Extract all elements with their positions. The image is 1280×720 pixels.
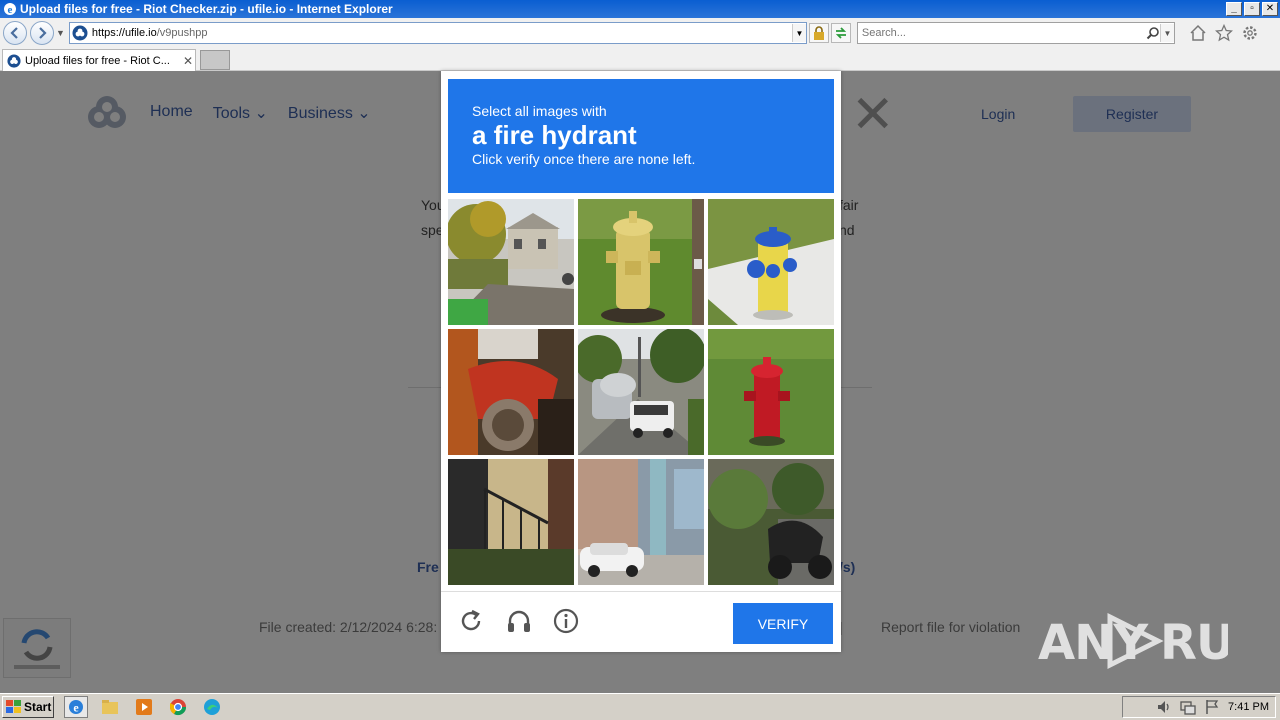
back-button[interactable] (3, 21, 27, 45)
edge-icon (204, 699, 220, 715)
window-title: Upload files for free - Riot Checker.zip… (20, 2, 393, 16)
url-host: https://ufile.io (91, 27, 157, 39)
close-window-button[interactable]: ✕ (1262, 2, 1278, 16)
internet-explorer-icon: e (69, 700, 83, 715)
ufile-site-icon (72, 25, 88, 41)
forward-button[interactable] (30, 21, 54, 45)
new-tab-button[interactable] (200, 50, 230, 70)
back-arrow-icon (10, 27, 18, 39)
audio-challenge-icon[interactable] (505, 607, 533, 635)
window-titlebar: e Upload files for free - Riot Checker.z… (0, 0, 1280, 18)
search-icon[interactable] (1146, 26, 1160, 40)
taskbar-edge[interactable] (200, 696, 224, 718)
challenge-image-grid (448, 199, 834, 585)
tab-ufile[interactable]: Upload files for free - Riot C... ✕ (2, 49, 196, 71)
tile-truck-street[interactable] (578, 329, 704, 455)
favorites-star-icon[interactable] (1214, 24, 1233, 42)
security-lock-button[interactable] (808, 23, 829, 43)
search-field[interactable]: ▼ (856, 22, 1175, 44)
chrome-icon (169, 699, 187, 716)
taskbar-ie[interactable]: e (64, 696, 88, 718)
minimize-button[interactable]: _ (1226, 2, 1242, 16)
tab-label: Upload files for free - Riot C... (25, 54, 170, 67)
tile-yellow-hydrant[interactable] (578, 199, 704, 325)
start-button[interactable]: Start (2, 696, 54, 718)
tile-street-houses[interactable] (448, 199, 574, 325)
search-dropdown-icon[interactable]: ▼ (1159, 24, 1174, 42)
ufile-tab-icon (7, 53, 21, 68)
settings-gear-icon[interactable] (1241, 24, 1259, 42)
internet-explorer-icon: e (4, 3, 16, 16)
prompt-target: a fire hydrant (472, 120, 637, 150)
folder-icon (102, 700, 118, 714)
address-toolbar: ▼ https://ufile.io/v9pushpp ▼ ▼ (0, 18, 1280, 48)
history-dropdown-icon[interactable]: ▼ (56, 28, 65, 38)
refresh-challenge-icon[interactable] (457, 607, 485, 635)
url-dropdown-icon[interactable]: ▼ (791, 24, 806, 42)
svg-text:e: e (73, 701, 79, 715)
tile-red-hydrant[interactable] (708, 329, 834, 455)
action-center-flag-icon[interactable] (1204, 699, 1220, 715)
system-tray: 7:41 PM (1122, 696, 1276, 718)
svg-text:ANY: ANY (1038, 615, 1149, 671)
hcaptcha-challenge: Select all images with a fire hydrant Cl… (441, 71, 841, 652)
tile-yellow-blue-hydrant[interactable] (708, 199, 834, 325)
close-tab-icon[interactable]: ✕ (181, 54, 195, 68)
url-bar[interactable]: https://ufile.io/v9pushpp ▼ (68, 22, 807, 44)
info-icon[interactable] (552, 607, 580, 635)
challenge-footer: VERIFY (441, 591, 841, 652)
search-input[interactable] (861, 27, 1146, 39)
maximize-button[interactable]: ▫ (1244, 2, 1260, 16)
url-path: /v9pushpp (156, 27, 208, 39)
taskbar-chrome[interactable] (166, 696, 190, 718)
forward-arrow-icon (39, 27, 47, 39)
taskbar-media-player[interactable] (132, 696, 156, 718)
svg-text:e: e (8, 4, 13, 16)
refresh-compat-button[interactable] (830, 23, 851, 43)
windows-flag-icon (6, 700, 21, 713)
tile-car-parking-lot[interactable] (578, 459, 704, 585)
network-icon[interactable] (1180, 699, 1196, 715)
tile-red-motorcycle[interactable] (448, 329, 574, 455)
tab-strip: Upload files for free - Riot C... ✕ (0, 48, 1280, 71)
svg-text:RUN: RUN (1160, 615, 1228, 671)
challenge-prompt: Select all images with a fire hydrant Cl… (448, 79, 834, 193)
quick-launch: e (64, 696, 224, 718)
volume-icon[interactable] (1156, 699, 1172, 715)
clock[interactable]: 7:41 PM (1228, 701, 1269, 713)
taskbar-explorer[interactable] (98, 696, 122, 718)
anyrun-watermark: ANY RUN (1038, 611, 1228, 671)
home-icon[interactable] (1189, 24, 1207, 42)
prompt-instruction: Click verify once there are none left. (472, 151, 696, 167)
start-label: Start (24, 700, 52, 714)
anyrun-logo: ANY RUN (1038, 612, 1228, 671)
lock-icon (813, 26, 824, 40)
verify-button[interactable]: VERIFY (733, 603, 833, 644)
media-player-icon (136, 699, 152, 715)
tile-motorcycle-bushes[interactable] (708, 459, 834, 585)
refresh-arrows-icon (835, 27, 847, 39)
prompt-line-1: Select all images with (472, 103, 607, 119)
windows-taskbar: Start e 7:41 PM (0, 693, 1280, 720)
tile-building-steps[interactable] (448, 459, 574, 585)
